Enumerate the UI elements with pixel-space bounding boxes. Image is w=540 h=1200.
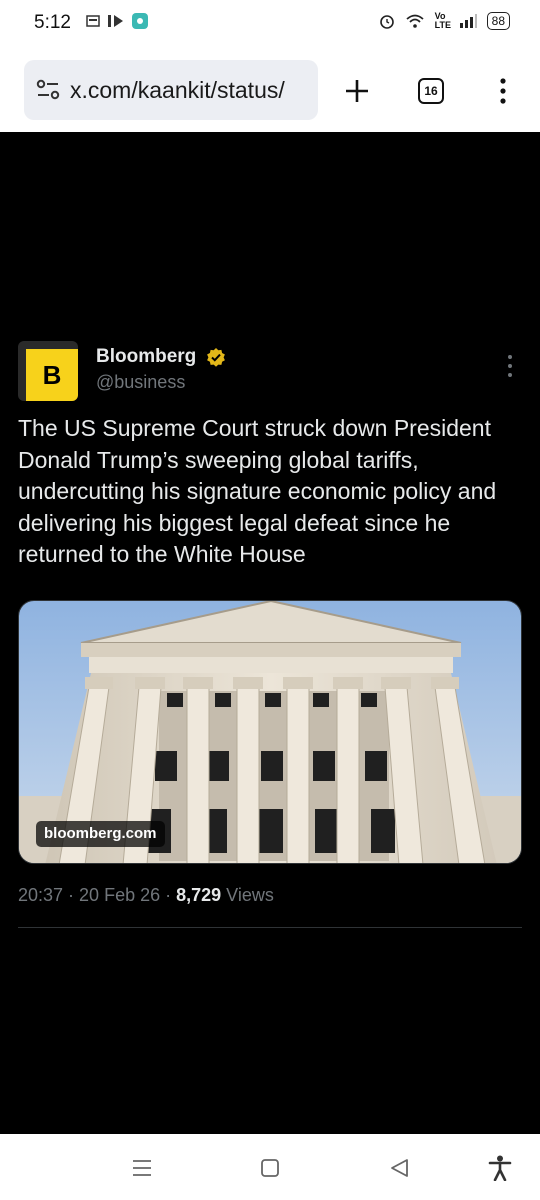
nav-home-button[interactable] [256,1154,284,1182]
verified-badge-icon [207,348,225,367]
wifi-icon [406,14,424,28]
tweet-text: The US Supreme Court struck down Preside… [18,415,497,567]
plus-icon[interactable] [344,78,370,104]
status-bar: 5:12 Vo LTE 88 [0,0,540,46]
square-icon [261,1159,279,1177]
tab-switcher-button[interactable]: 16 [418,78,444,104]
accessibility-button[interactable] [486,1154,514,1182]
menu-lines-icon [133,1160,151,1176]
network-label: Vo LTE [434,11,451,30]
divider [18,927,522,928]
tune-icon[interactable] [36,79,60,101]
views-count: 8,729 [176,885,222,905]
views-label: Views [226,885,274,905]
notification-icons [86,13,148,29]
system-icons: Vo LTE 88 [379,12,510,30]
avatar[interactable]: B [18,341,78,401]
vertical-dots-icon[interactable] [498,78,508,104]
news-notification-icon [86,15,100,27]
tweet-time[interactable]: 20:37 [18,885,63,905]
battery-indicator: 88 [486,12,510,30]
signal-icon [459,14,477,28]
avatar-letter: B [42,359,62,390]
media-source-label[interactable]: bloomberg.com [36,821,165,847]
nav-back-button[interactable] [385,1154,413,1182]
dot-icon [508,364,512,368]
author-handle[interactable]: @business [96,372,185,393]
tweet-date[interactable]: 20 Feb 26 [79,885,160,905]
address-bar[interactable]: x.com/kaankit/status/ [24,60,318,120]
browser-toolbar: x.com/kaankit/status/ 16 [0,46,540,132]
app-notification-icon [132,13,148,29]
dot-icon [508,355,512,359]
tweet-meta: 20:37 · 20 Feb 26 · 8,729 Views [18,885,274,905]
dot-icon [508,373,512,377]
play-notification-icon [108,15,123,27]
status-time: 5:12 [34,12,71,33]
navigation-bar [0,1134,540,1200]
accessibility-icon [488,1155,512,1181]
alarm-icon [379,15,394,29]
author-name[interactable]: Bloomberg [96,346,196,368]
more-options-button[interactable] [502,355,518,377]
triangle-back-icon [391,1159,408,1177]
nav-recents-button[interactable] [128,1154,156,1182]
url-text[interactable]: x.com/kaankit/status/ [70,77,285,104]
